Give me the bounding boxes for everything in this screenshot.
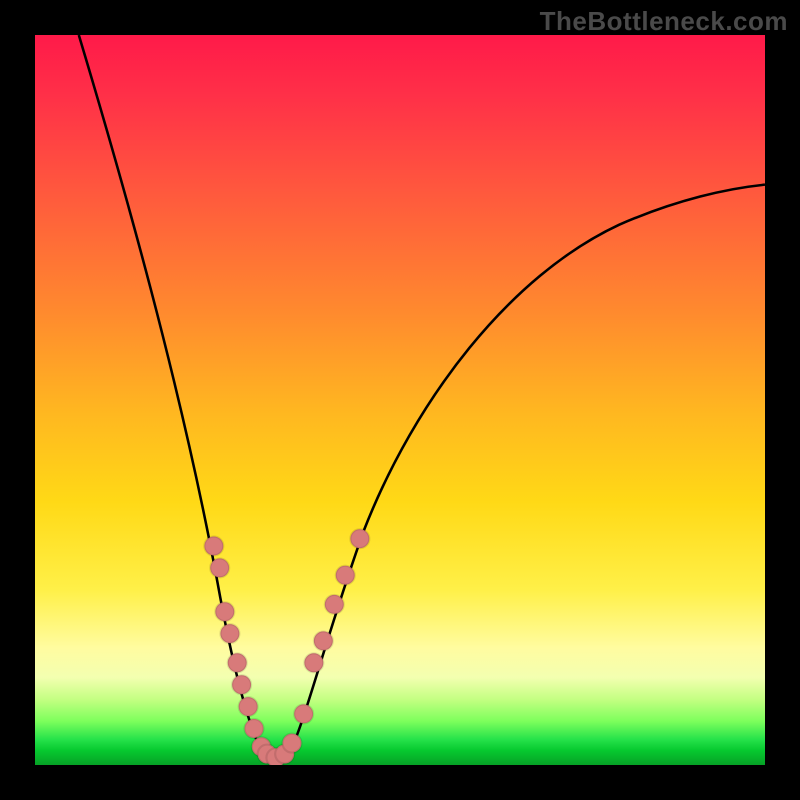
dot	[210, 558, 229, 577]
plot-area	[35, 35, 765, 765]
dot	[350, 529, 369, 548]
dot	[239, 697, 258, 716]
dot	[282, 734, 301, 753]
curve-path	[79, 35, 765, 758]
dot	[232, 675, 251, 694]
watermark-text: TheBottleneck.com	[540, 6, 788, 37]
dot	[220, 624, 239, 643]
bottleneck-curve	[35, 35, 765, 765]
dot	[215, 602, 234, 621]
dot	[325, 595, 344, 614]
chart-frame: TheBottleneck.com	[0, 0, 800, 800]
dot	[294, 704, 313, 723]
dot	[245, 719, 264, 738]
dot	[228, 653, 247, 672]
dot	[314, 631, 333, 650]
dot	[204, 537, 223, 556]
dot	[304, 653, 323, 672]
dot	[336, 566, 355, 585]
